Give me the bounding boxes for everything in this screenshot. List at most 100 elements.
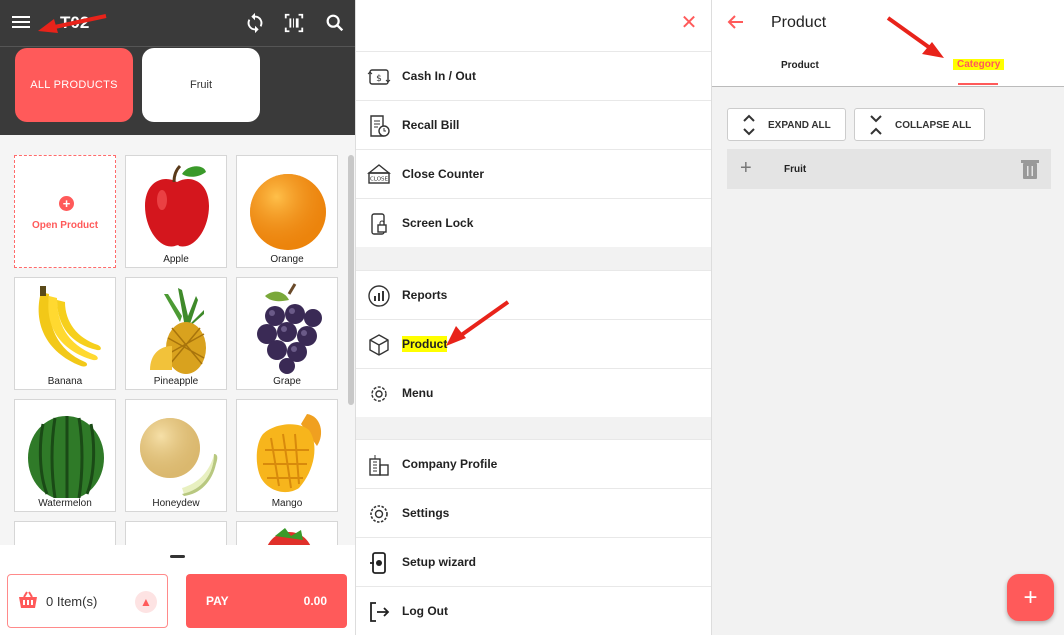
menu-item-label: Cash In / Out: [402, 69, 477, 83]
apple-image: [145, 164, 209, 247]
product-tile-apple[interactable]: Apple: [125, 155, 227, 268]
menu-item-label: Reports: [402, 288, 448, 302]
menu-item-company-profile[interactable]: Company Profile: [356, 439, 711, 488]
active-tab-indicator: [958, 83, 998, 85]
settings-icon: [370, 505, 388, 523]
menu-item-reports[interactable]: Reports: [356, 270, 711, 319]
pos-toolbar: T02: [0, 0, 355, 46]
menu-separator: [356, 417, 711, 439]
menu-item-screen-lock[interactable]: Screen Lock: [356, 198, 711, 247]
add-icon: +: [59, 196, 74, 211]
product-screen: Product Product Category EXPAND ALL COLL…: [712, 0, 1064, 635]
expand-plus-icon[interactable]: +: [740, 158, 752, 178]
menu-item-menu[interactable]: Menu: [356, 368, 711, 417]
trash-icon[interactable]: [1021, 159, 1039, 179]
expand-icon: [743, 114, 755, 136]
mango-image: [256, 414, 322, 493]
expand-all-button[interactable]: EXPAND ALL: [727, 108, 846, 141]
company-icon: [369, 455, 389, 476]
pos-header: T02 ALL PRODUCTS Fruit: [0, 0, 355, 135]
banana-image: [38, 286, 101, 367]
cart-item-count: 0 Item(s): [46, 594, 98, 609]
product-name: Honeydew: [152, 498, 200, 509]
product-tile-mango[interactable]: Mango: [236, 399, 338, 512]
category-all-products[interactable]: ALL PRODUCTS: [15, 48, 133, 122]
pay-button[interactable]: PAY 0.00: [186, 574, 347, 628]
collapse-all-button[interactable]: COLLAPSE ALL: [854, 108, 985, 141]
reports-icon: [368, 285, 390, 307]
page-title: Product: [771, 14, 827, 31]
recall-bill-icon: [370, 115, 390, 137]
expand-all-label: EXPAND ALL: [768, 120, 831, 131]
logout-icon: [370, 602, 390, 622]
pos-screen: T02 ALL PRODUCTS Fruit + Open Product Ap…: [0, 0, 355, 635]
svg-text:CLOSE: CLOSE: [370, 177, 389, 183]
menu-item-settings[interactable]: Settings: [356, 488, 711, 537]
product-name: Mango: [271, 498, 303, 509]
product-name: Grape: [273, 376, 301, 387]
screen-lock-icon: [371, 213, 387, 235]
menu-item-product[interactable]: Product: [356, 319, 711, 368]
watermelon-image: [28, 416, 104, 498]
product-tile-pineapple[interactable]: Pineapple: [125, 277, 227, 390]
menu-item-label: Company Profile: [402, 457, 498, 471]
menu-gear-icon: [371, 386, 387, 402]
setup-wizard-icon: [370, 552, 386, 574]
counter-title: T02: [60, 13, 90, 32]
product-tile-orange[interactable]: Orange: [236, 155, 338, 268]
menu-item-label: Close Counter: [402, 167, 485, 181]
open-product-label: Open Product: [31, 220, 99, 231]
tab-product[interactable]: Product: [781, 60, 819, 71]
pay-label: PAY: [206, 594, 229, 608]
product-box-icon: [369, 334, 389, 356]
menu-item-label: Recall Bill: [402, 118, 460, 132]
menu-item-label: Product: [402, 336, 448, 352]
scrollbar[interactable]: [348, 155, 354, 405]
menu-item-recall-bill[interactable]: Recall Bill: [356, 100, 711, 149]
collapse-all-label: COLLAPSE ALL: [895, 120, 972, 131]
search-icon[interactable]: [324, 12, 346, 34]
product-tile-banana[interactable]: Banana: [14, 277, 116, 390]
product-name: Orange: [270, 254, 304, 265]
menu-item-label: Setup wizard: [402, 555, 477, 569]
pineapple-image: [150, 288, 206, 374]
collapse-icon: [870, 115, 882, 135]
checkout-bar: 0 Item(s) ▲ PAY 0.00: [0, 545, 355, 635]
menu-item-close-counter[interactable]: CLOSE Close Counter: [356, 149, 711, 198]
menu-item-log-out[interactable]: Log Out: [356, 586, 711, 635]
close-counter-icon: CLOSE: [367, 164, 391, 184]
product-tile-watermelon[interactable]: Watermelon: [14, 399, 116, 512]
tab-category[interactable]: Category: [953, 59, 1005, 70]
menu-item-cash-in-out[interactable]: $ Cash In / Out: [356, 51, 711, 100]
product-tile-honeydew[interactable]: Honeydew: [125, 399, 227, 512]
product-name: Pineapple: [153, 376, 199, 387]
open-product-tile[interactable]: + Open Product: [14, 155, 116, 268]
product-tile-grape[interactable]: Grape: [236, 277, 338, 390]
orange-image: [250, 174, 326, 250]
chevron-up-icon[interactable]: ▲: [135, 591, 157, 613]
divider: [0, 46, 355, 47]
close-icon[interactable]: ✕: [679, 13, 699, 33]
menu-item-label: Screen Lock: [402, 216, 474, 230]
menu-item-label: Menu: [402, 386, 434, 400]
cash-icon: $: [367, 69, 391, 85]
hamburger-menu-icon[interactable]: [12, 13, 32, 33]
add-category-fab[interactable]: +: [1007, 574, 1054, 621]
menu-separator: [356, 247, 711, 270]
drag-handle[interactable]: [170, 555, 185, 558]
back-arrow-icon[interactable]: [725, 12, 745, 32]
product-grid: + Open Product Apple Orange Banana Pinea…: [0, 135, 345, 552]
cart-button[interactable]: 0 Item(s) ▲: [7, 574, 168, 628]
sync-icon[interactable]: [244, 12, 266, 34]
product-name: Banana: [47, 376, 83, 387]
barcode-scan-icon[interactable]: [283, 12, 305, 34]
basket-icon: [19, 591, 37, 608]
pay-amount: 0.00: [303, 594, 327, 608]
honeydew-image: [140, 418, 218, 496]
category-row[interactable]: + Fruit: [727, 149, 1051, 189]
grape-image: [257, 283, 322, 374]
svg-text:$: $: [376, 74, 382, 84]
product-header: Product Product Category: [712, 0, 1064, 87]
menu-item-setup-wizard[interactable]: Setup wizard: [356, 537, 711, 586]
category-fruit[interactable]: Fruit: [142, 48, 260, 122]
